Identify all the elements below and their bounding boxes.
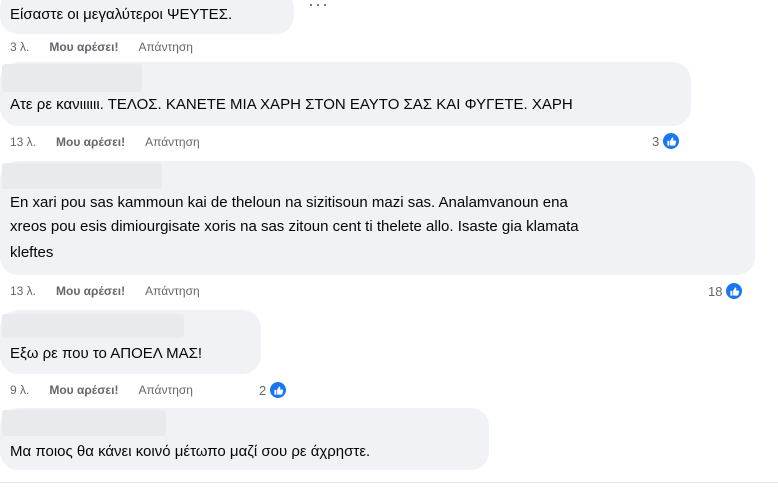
comment-text: Εξω ρε που το ΑΠΟΕΛ ΜΑΣ! xyxy=(10,345,203,362)
reaction-count[interactable]: 18 xyxy=(708,280,745,302)
comment-text: Ατε ρε κανιιιιιι. ΤΕΛΟΣ. ΚΑΝΕΤΕ ΜΙΑ ΧΑΡΗ… xyxy=(10,96,573,113)
like-button[interactable]: Μου αρέσει! xyxy=(49,383,118,397)
comment-text-line: En xari pou sas kammoun kai de theloun n… xyxy=(10,194,568,211)
comment-composer-edge[interactable] xyxy=(0,482,778,488)
more-options-icon[interactable]: ··· xyxy=(308,0,329,15)
reply-button[interactable]: Απάντηση xyxy=(138,383,193,397)
comment-meta: 13 λ. Μου αρέσει! Απάντηση xyxy=(10,283,200,299)
reaction-count-value: 18 xyxy=(708,283,723,299)
comment-text: Μα ποιος θα κάνει κοινό μέτωπο μαζί σου … xyxy=(10,443,371,460)
comment-meta: 3 λ. Μου αρέσει! Απάντηση xyxy=(10,39,193,55)
comment-time[interactable]: 13 λ. xyxy=(10,135,36,149)
thumbs-up-icon xyxy=(661,131,682,151)
author-name-redacted[interactable] xyxy=(2,64,142,92)
reaction-count[interactable]: 2 xyxy=(259,379,289,401)
reaction-count[interactable]: 3 xyxy=(652,130,682,152)
comment-time[interactable]: 13 λ. xyxy=(10,284,36,298)
comment-bubble: En xari pou sas kammoun kai de theloun n… xyxy=(0,161,755,275)
comment-bubble: Ατε ρε κανιιιιιι. ΤΕΛΟΣ. ΚΑΝΕΤΕ ΜΙΑ ΧΑΡΗ… xyxy=(0,62,691,126)
comment-meta: 13 λ. Μου αρέσει! Απάντηση xyxy=(10,134,200,150)
comment-bubble: Είσαστε οι μεγαλύτεροι ΨΕΥΤΕΣ. xyxy=(0,0,294,34)
reply-button[interactable]: Απάντηση xyxy=(145,135,200,149)
reply-button[interactable]: Απάντηση xyxy=(138,40,193,54)
thumbs-up-icon xyxy=(268,380,289,400)
comment-meta: 9 λ. Μου αρέσει! Απάντηση xyxy=(10,382,193,398)
comment-bubble: Μα ποιος θα κάνει κοινό μέτωπο μαζί σου … xyxy=(0,408,489,470)
comment-text-line: kleftes xyxy=(10,244,54,261)
like-button[interactable]: Μου αρέσει! xyxy=(56,284,125,298)
comment-text-line: xreos pou esis dimiourgisate xoris na sa… xyxy=(10,218,579,235)
comments-section: Είσαστε οι μεγαλύτεροι ΨΕΥΤΕΣ. ··· 3 λ. … xyxy=(0,0,778,488)
like-button[interactable]: Μου αρέσει! xyxy=(49,40,118,54)
comment-bubble: Εξω ρε που το ΑΠΟΕΛ ΜΑΣ! xyxy=(0,310,261,374)
author-name-redacted[interactable] xyxy=(2,163,162,189)
like-button[interactable]: Μου αρέσει! xyxy=(56,135,125,149)
author-name-redacted[interactable] xyxy=(2,410,166,436)
author-name-redacted[interactable] xyxy=(2,314,184,338)
comment-text: Είσαστε οι μεγαλύτεροι ΨΕΥΤΕΣ. xyxy=(10,6,233,23)
thumbs-up-icon xyxy=(724,281,745,301)
comment-time[interactable]: 9 λ. xyxy=(10,383,29,397)
comment-time[interactable]: 3 λ. xyxy=(10,40,29,54)
reply-button[interactable]: Απάντηση xyxy=(145,284,200,298)
reaction-count-value: 3 xyxy=(652,133,660,149)
reaction-count-value: 2 xyxy=(259,382,267,398)
